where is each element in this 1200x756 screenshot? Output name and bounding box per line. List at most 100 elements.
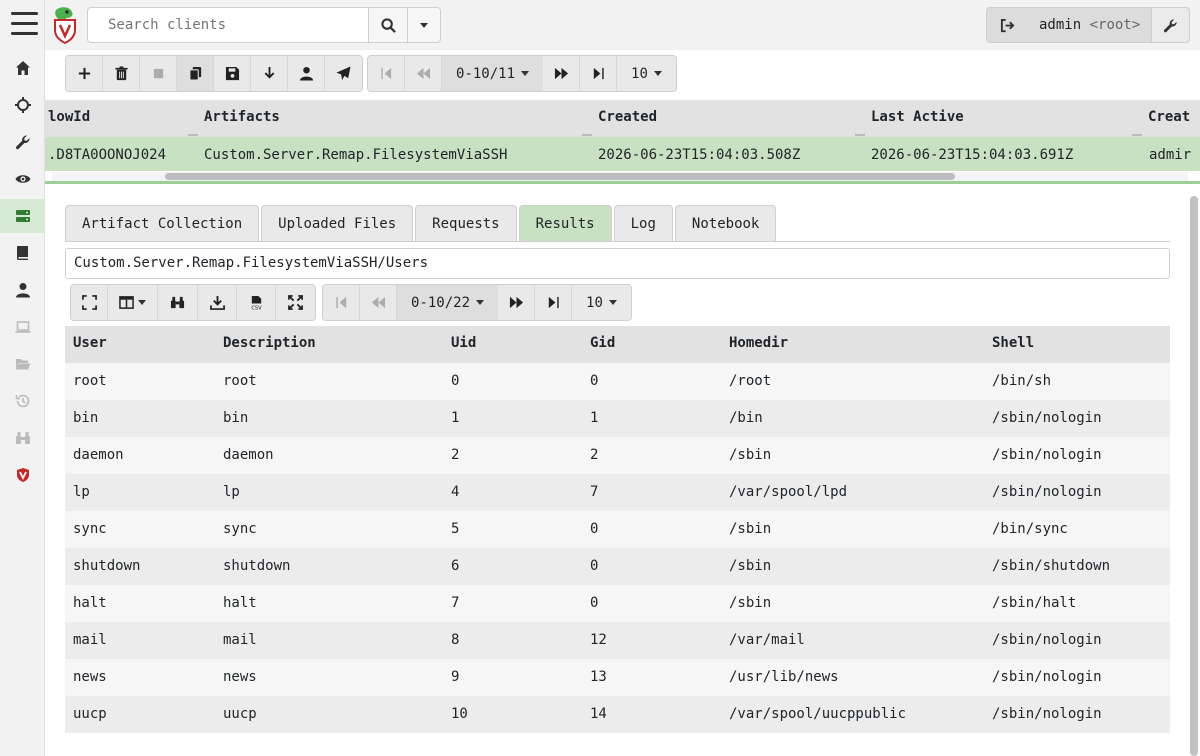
tab-notebook[interactable]: Notebook [674,205,777,242]
vertical-scrollbar[interactable] [1190,196,1198,756]
previous-page-button[interactable] [405,56,442,91]
user-icon [299,66,313,81]
export-csv-button[interactable]: CSV [237,285,276,320]
copy-flow-button[interactable] [177,56,214,91]
laptop-icon[interactable] [14,318,32,336]
user-cell: bin [73,410,99,426]
tab-results[interactable]: Results [518,205,612,242]
results-previous-page-button[interactable] [360,285,397,320]
velociraptor-logo-icon [50,6,80,45]
shell-cell: /sbin/nologin [992,706,1102,722]
wrench-icon[interactable] [14,133,32,151]
crosshair-icon[interactable] [14,96,32,114]
search-input[interactable] [87,7,369,43]
description-cell: news [223,669,257,685]
horizontal-scrollbar[interactable] [52,172,1188,181]
expand-table-button[interactable] [71,285,108,320]
search-button[interactable] [368,7,408,43]
download-flow-button[interactable] [251,56,288,91]
book-icon[interactable] [14,244,32,262]
description-cell: halt [223,595,257,611]
tab-artifact-collection[interactable]: Artifact Collection [65,205,260,242]
history-icon[interactable] [14,392,32,410]
download-icon [264,66,274,79]
column-header[interactable]: Last Active [871,109,964,125]
column-selector-button[interactable] [108,285,158,320]
first-page-button[interactable] [368,56,405,91]
table-row[interactable]: bin bin 1 1/bin/sbin/nologin [65,400,1170,437]
shell-cell: /sbin/nologin [992,447,1102,463]
eye-icon[interactable] [14,170,32,188]
user-role: <root> [1089,17,1141,33]
user-settings-button[interactable] [1151,8,1189,42]
column-resize-handle[interactable] [855,134,865,136]
table-row[interactable]: daemon daemon 2 2/sbin/sbin/nologin [65,437,1170,474]
save-flow-button[interactable] [214,56,251,91]
results-pager-group: 0-10/22 10 [322,284,632,321]
search-options-dropdown[interactable] [407,7,441,43]
stop-flow-button[interactable] [140,56,177,91]
download-results-button[interactable] [198,285,237,320]
column-header[interactable]: lowId [48,109,90,125]
user-cell: lp [73,484,90,500]
column-header[interactable]: User [73,335,107,351]
description-cell: sync [223,521,257,537]
username-display[interactable]: admin <root> [1039,17,1140,33]
table-row[interactable]: uucp uucp 10 14/var/spool/uucppublic/sbin/n… [65,696,1170,733]
table-row[interactable]: mail mail 8 12/var/mail/sbin/nologin [65,622,1170,659]
column-header[interactable]: Gid [590,335,615,351]
results-last-page-button[interactable] [535,285,573,320]
column-header[interactable]: Created [598,109,657,125]
user-icon[interactable] [14,281,32,299]
table-row[interactable]: lp lp 4 7/var/spool/lpd/sbin/nologin [65,474,1170,511]
velociraptor-shield-icon[interactable] [14,466,32,484]
column-header[interactable]: Artifacts [204,109,280,125]
scrollbar-thumb[interactable] [165,173,955,180]
column-resize-handle[interactable] [582,134,592,136]
home-icon[interactable] [14,59,32,77]
table-row[interactable]: sync sync 5 0/sbin/bin/sync [65,511,1170,548]
column-header[interactable]: Homedir [729,335,788,351]
last-page-button[interactable] [580,56,618,91]
tab-log[interactable]: Log [613,205,673,242]
shell-cell: /sbin/shutdown [992,558,1111,574]
server-icon[interactable] [14,207,32,225]
binoculars-icon[interactable] [14,429,32,447]
column-header[interactable]: Shell [992,335,1034,351]
results-page-size: 10 [586,294,603,311]
table-row[interactable]: halt halt 7 0/sbin/sbin/halt [65,585,1170,622]
table-row[interactable]: shutdown shutdown 6 0/sbin/sbin/shutdown [65,548,1170,585]
send-flow-button[interactable] [325,56,362,91]
new-collection-button[interactable] [66,56,103,91]
artifact-source-selector[interactable]: Custom.Server.Remap.FilesystemViaSSH/Use… [65,248,1170,279]
results-page-size-dropdown[interactable]: 10 [572,285,631,320]
uid-cell: 1 [451,410,460,426]
table-row[interactable]: news news 9 13/usr/lib/news/sbin/nologin [65,659,1170,696]
fullscreen-button[interactable] [276,285,315,320]
results-next-page-button[interactable] [498,285,536,320]
next-page-button[interactable] [543,56,581,91]
results-table-body: root root 0 0/root/bin/sh bin bin 1 1/bin/sbin/… [65,363,1170,733]
tab-uploaded-files[interactable]: Uploaded Files [261,205,414,242]
column-header[interactable]: Uid [451,335,476,351]
column-resize-handle[interactable] [1132,134,1142,136]
hamburger-menu-icon[interactable] [11,12,38,40]
results-page-range-dropdown[interactable]: 0-10/22 [397,285,499,320]
flows-page-range-dropdown[interactable]: 0-10/11 [442,56,544,91]
folder-open-icon[interactable] [14,355,32,373]
pane-splitter[interactable] [45,181,1200,184]
column-resize-handle[interactable] [188,134,198,136]
results-first-page-button[interactable] [323,285,360,320]
column-header[interactable]: Creat [1148,109,1190,125]
delete-flow-button[interactable] [103,56,140,91]
flow-actions-group [65,55,363,92]
table-row[interactable]: root root 0 0/root/bin/sh [65,363,1170,400]
flow-user-button[interactable] [288,56,325,91]
column-header[interactable]: Description [223,335,316,351]
flows-page-size-dropdown[interactable]: 10 [617,56,676,91]
filter-results-button[interactable] [158,285,198,320]
table-row[interactable]: .D8TA0OONOJ024 Custom.Server.Remap.Files… [45,137,1200,171]
logout-button[interactable] [987,8,1027,42]
tab-requests[interactable]: Requests [415,205,517,242]
shell-cell: /bin/sync [992,521,1068,537]
